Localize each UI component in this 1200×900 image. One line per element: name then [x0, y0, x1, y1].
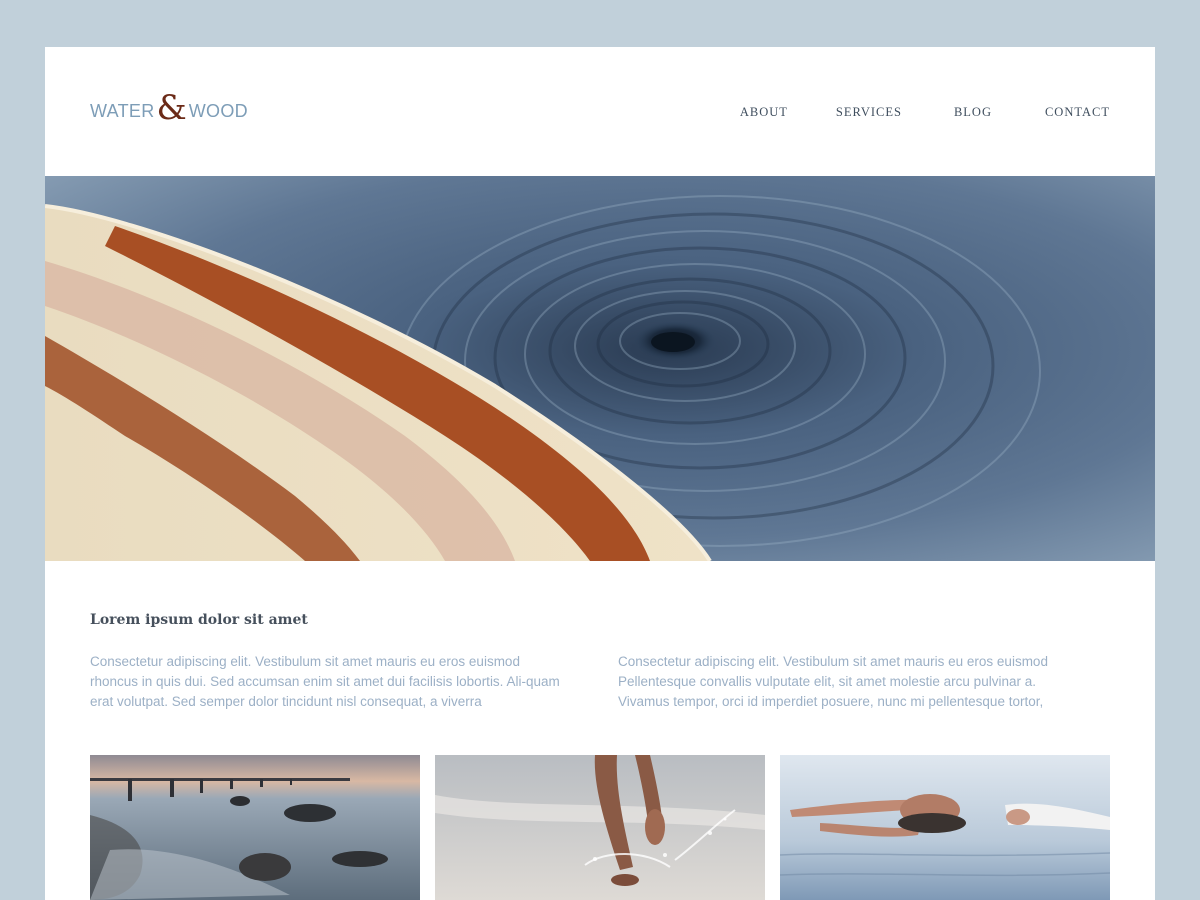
main-nav: ABOUT SERVICES BLOG CONTACT: [740, 105, 1110, 120]
page-container: WATER & WOOD ABOUT SERVICES BLOG CONTACT: [45, 47, 1155, 900]
brand-ampersand: &: [156, 88, 187, 128]
beach-run-picture: [435, 755, 765, 900]
nav-contact[interactable]: CONTACT: [1045, 105, 1110, 120]
pier-sunset-picture: [90, 755, 420, 900]
gallery-image-pier[interactable]: [90, 755, 420, 900]
brand-word-water: WATER: [90, 100, 155, 121]
nav-about[interactable]: ABOUT: [740, 105, 788, 120]
article-heading: Lorem ipsum dolor sit amet: [90, 612, 308, 628]
gallery-image-floating[interactable]: [780, 755, 1110, 900]
brand-logo[interactable]: WATER & WOOD: [90, 88, 248, 131]
hero-surfboard-water-picture: [45, 176, 1155, 561]
article-paragraph-right: Consectetur adipiscing elit. Vestibulum …: [618, 654, 1048, 709]
floating-woman-picture: [780, 755, 1110, 900]
brand-word-wood: WOOD: [188, 100, 248, 121]
nav-services[interactable]: SERVICES: [836, 105, 902, 120]
article-paragraph-left: Consectetur adipiscing elit. Vestibulum …: [90, 654, 560, 709]
hero-image: [45, 176, 1155, 561]
nav-blog[interactable]: BLOG: [954, 105, 992, 120]
gallery-image-beach-run[interactable]: [435, 755, 765, 900]
